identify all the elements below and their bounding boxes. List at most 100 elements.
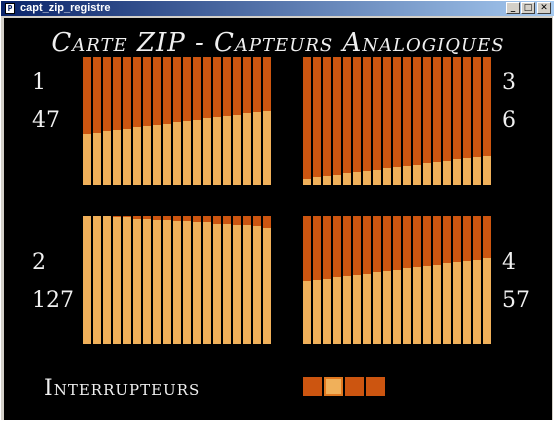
- sensor-4-bar: [343, 216, 351, 344]
- sensor-2-bar: [103, 216, 111, 344]
- sensor-3-bar: [413, 57, 421, 185]
- sensor-4-bar-fill: [353, 275, 361, 344]
- sensor-3-bar: [453, 57, 461, 185]
- sensor-3-bar-fill: [443, 161, 451, 185]
- sensor-3-bar: [423, 57, 431, 185]
- sensor-1-bar: [173, 57, 181, 185]
- sensor-1-bar: [233, 57, 241, 185]
- sensor-2-bar: [113, 216, 121, 344]
- minimize-button[interactable]: _: [506, 2, 520, 14]
- sensor-3-bar-fill: [423, 163, 431, 185]
- sensor-1-id: 1: [32, 70, 46, 95]
- sensor-2-bar: [153, 216, 161, 344]
- sensor-2-value: 127: [32, 288, 74, 313]
- sensor-4-id: 4: [502, 250, 516, 275]
- application-window: P capt_zip_registre _ □ ✕ Carte ZIP - Ca…: [0, 0, 554, 421]
- sensor-3-bar-fill: [393, 167, 401, 185]
- sensor-1-bar: [263, 57, 271, 185]
- sensor-2-gauge: [83, 216, 275, 344]
- sensor-1-bar-fill: [83, 134, 91, 185]
- sensor-3-bar-fill: [433, 162, 441, 185]
- close-button[interactable]: ✕: [537, 2, 551, 14]
- sensor-4-bar: [353, 216, 361, 344]
- switch-1-off[interactable]: [303, 377, 322, 396]
- sensor-4-bar-fill: [483, 258, 491, 344]
- sensor-2-bar: [163, 216, 171, 344]
- sensor-4-bar: [393, 216, 401, 344]
- sensor-2-bar: [223, 216, 231, 344]
- sensor-2-bar: [203, 216, 211, 344]
- sensor-2-bar-fill: [83, 216, 91, 344]
- sensor-1-bar-fill: [203, 118, 211, 185]
- sensor-2-bar-fill: [183, 221, 191, 344]
- sensor-4-bar: [303, 216, 311, 344]
- switch-3-off[interactable]: [345, 377, 364, 396]
- sensor-4-bar: [333, 216, 341, 344]
- sensor-1-bar-fill: [243, 113, 251, 185]
- sensor-3-bar: [383, 57, 391, 185]
- sensor-1-bar-fill: [93, 133, 101, 185]
- sensor-4-bar: [433, 216, 441, 344]
- sensor-2-bar: [183, 216, 191, 344]
- switch-4-off[interactable]: [366, 377, 385, 396]
- sensor-2-bar-fill: [163, 220, 171, 344]
- sensor-4-value: 57: [502, 288, 530, 313]
- sensor-1-bar-fill: [123, 129, 131, 185]
- sensor-1-bar-fill: [253, 112, 261, 185]
- sensor-3-bar-fill: [473, 157, 481, 185]
- switch-2-on[interactable]: [324, 377, 343, 396]
- sensor-2-bar-fill: [253, 226, 261, 344]
- sensor-2-bar: [253, 216, 261, 344]
- sensor-4-bar: [483, 216, 491, 344]
- title-bar[interactable]: P capt_zip_registre _ □ ✕: [1, 1, 554, 16]
- maximize-button[interactable]: □: [521, 2, 535, 14]
- sensor-2-bar: [93, 216, 101, 344]
- sensor-2-bar-fill: [233, 225, 241, 344]
- sensor-4-bar: [363, 216, 371, 344]
- sensor-4-bar-fill: [453, 262, 461, 344]
- page-title: Carte ZIP - Capteurs Analogiques: [51, 28, 505, 58]
- sensor-3-bar: [353, 57, 361, 185]
- sensor-2-bar: [263, 216, 271, 344]
- sensor-3-bar: [473, 57, 481, 185]
- sensor-3-bar: [403, 57, 411, 185]
- sensor-2-bar-fill: [113, 217, 121, 344]
- sensor-3-bar-fill: [343, 173, 351, 185]
- sensor-3-bar: [313, 57, 321, 185]
- sensor-1-bar: [133, 57, 141, 185]
- sensor-1-bar: [243, 57, 251, 185]
- sensor-3-bar: [333, 57, 341, 185]
- sensor-2-bar-fill: [143, 219, 151, 344]
- sensor-3-bar: [323, 57, 331, 185]
- sensor-1-bar-fill: [213, 117, 221, 185]
- sensor-3-bar: [363, 57, 371, 185]
- sensor-2-bar-fill: [213, 224, 221, 344]
- sensor-1-bar-fill: [143, 126, 151, 185]
- sensor-1-bar-fill: [103, 131, 111, 185]
- sensor-2-bar-fill: [203, 222, 211, 344]
- sensor-1-bar-fill: [263, 111, 271, 185]
- sensor-1-bar-fill: [233, 115, 241, 185]
- sensor-1-bar: [123, 57, 131, 185]
- sensor-1-value: 47: [32, 108, 60, 133]
- sensor-2-bar-fill: [173, 221, 181, 344]
- sensor-3-bar-fill: [403, 166, 411, 185]
- sensor-4-bar-fill: [393, 270, 401, 344]
- sensor-3-bar-fill: [363, 171, 371, 185]
- sensor-4-bar: [443, 216, 451, 344]
- sensor-3-bar: [443, 57, 451, 185]
- sensor-4-gauge: [303, 216, 495, 344]
- sensor-4-bar: [373, 216, 381, 344]
- sensor-1-bar-fill: [173, 122, 181, 185]
- sensor-1-bar: [163, 57, 171, 185]
- sensor-1-bar: [103, 57, 111, 185]
- sensor-1-bar: [223, 57, 231, 185]
- sensor-4-bar-fill: [303, 281, 311, 344]
- sensor-4-bar-fill: [343, 276, 351, 344]
- sensor-1-bar: [193, 57, 201, 185]
- app-icon[interactable]: P: [5, 3, 15, 14]
- sensor-4-bar-fill: [413, 267, 421, 344]
- sensor-3-bar-fill: [313, 177, 321, 185]
- sensor-1-bar: [93, 57, 101, 185]
- sensor-4-bar-fill: [473, 260, 481, 344]
